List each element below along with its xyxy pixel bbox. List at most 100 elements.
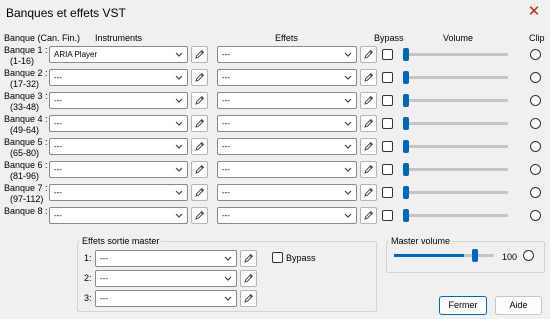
chevron-down-icon[interactable] bbox=[342, 140, 354, 153]
instrument-dropdown[interactable]: --- bbox=[49, 115, 188, 132]
edit-effect-button[interactable] bbox=[360, 161, 377, 178]
chevron-down-icon[interactable] bbox=[342, 117, 354, 130]
volume-thumb[interactable] bbox=[403, 186, 409, 199]
edit-effect-button[interactable] bbox=[360, 138, 377, 155]
chevron-down-icon[interactable] bbox=[342, 209, 354, 222]
effect-dropdown[interactable]: --- bbox=[217, 115, 357, 132]
chevron-down-icon[interactable] bbox=[173, 117, 185, 130]
effect-dropdown[interactable]: --- bbox=[217, 207, 357, 224]
volume-thumb[interactable] bbox=[403, 209, 409, 222]
edit-effect-button[interactable] bbox=[360, 69, 377, 86]
chevron-down-icon[interactable] bbox=[173, 71, 185, 84]
edit-instrument-button[interactable] bbox=[191, 138, 208, 155]
master-slot-label: 3: bbox=[84, 293, 92, 303]
volume-thumb[interactable] bbox=[403, 71, 409, 84]
volume-slider[interactable] bbox=[403, 138, 508, 155]
volume-slider[interactable] bbox=[403, 184, 508, 201]
volume-thumb[interactable] bbox=[403, 94, 409, 107]
effect-dropdown[interactable]: --- bbox=[217, 161, 357, 178]
volume-slider[interactable] bbox=[403, 69, 508, 86]
effect-dropdown[interactable]: --- bbox=[217, 138, 357, 155]
effect-dropdown[interactable]: --- bbox=[217, 69, 357, 86]
volume-thumb[interactable] bbox=[403, 140, 409, 153]
bypass-checkbox[interactable] bbox=[382, 210, 393, 221]
volume-slider[interactable] bbox=[403, 161, 508, 178]
chevron-down-icon[interactable] bbox=[342, 71, 354, 84]
master-bypass-checkbox[interactable] bbox=[272, 252, 283, 263]
master-volume-thumb[interactable] bbox=[472, 249, 478, 262]
master-volume-fill bbox=[394, 254, 464, 257]
pencil-icon bbox=[361, 70, 376, 85]
master-effect-dropdown[interactable]: --- bbox=[95, 270, 237, 287]
volume-thumb[interactable] bbox=[403, 163, 409, 176]
help-button[interactable]: Aide bbox=[495, 296, 542, 315]
volume-slider[interactable] bbox=[403, 115, 508, 132]
edit-effect-button[interactable] bbox=[360, 46, 377, 63]
edit-effect-button[interactable] bbox=[360, 184, 377, 201]
chevron-down-icon[interactable] bbox=[173, 48, 185, 61]
close-icon[interactable]: ✕ bbox=[526, 4, 542, 20]
instrument-dropdown[interactable]: ARIA Player bbox=[49, 46, 188, 63]
master-effect-dropdown[interactable]: --- bbox=[95, 250, 237, 267]
chevron-down-icon[interactable] bbox=[342, 163, 354, 176]
edit-effect-button[interactable] bbox=[360, 92, 377, 109]
edit-instrument-button[interactable] bbox=[191, 115, 208, 132]
master-effect-dropdown-value: --- bbox=[100, 254, 108, 263]
instrument-dropdown-value: --- bbox=[54, 73, 62, 82]
chevron-down-icon[interactable] bbox=[222, 272, 234, 285]
chevron-down-icon[interactable] bbox=[342, 94, 354, 107]
volume-slider[interactable] bbox=[403, 92, 508, 109]
instrument-dropdown-value: --- bbox=[54, 96, 62, 105]
edit-master-effect-button[interactable] bbox=[240, 270, 257, 287]
chevron-down-icon[interactable] bbox=[173, 94, 185, 107]
master-effect-dropdown[interactable]: --- bbox=[95, 290, 237, 307]
instrument-dropdown[interactable]: --- bbox=[49, 184, 188, 201]
volume-track bbox=[403, 191, 508, 194]
effect-dropdown[interactable]: --- bbox=[217, 184, 357, 201]
volume-slider[interactable] bbox=[403, 207, 508, 224]
bypass-checkbox[interactable] bbox=[382, 164, 393, 175]
edit-effect-button[interactable] bbox=[360, 207, 377, 224]
volume-slider[interactable] bbox=[403, 46, 508, 63]
close-button[interactable]: Fermer bbox=[439, 296, 487, 315]
effect-dropdown[interactable]: --- bbox=[217, 92, 357, 109]
volume-thumb[interactable] bbox=[403, 117, 409, 130]
master-effect-dropdown-value: --- bbox=[100, 294, 108, 303]
instrument-dropdown[interactable]: --- bbox=[49, 69, 188, 86]
volume-thumb[interactable] bbox=[403, 48, 409, 61]
edit-instrument-button[interactable] bbox=[191, 69, 208, 86]
chevron-down-icon[interactable] bbox=[173, 209, 185, 222]
bypass-checkbox[interactable] bbox=[382, 49, 393, 60]
chevron-down-icon[interactable] bbox=[222, 292, 234, 305]
bypass-checkbox[interactable] bbox=[382, 187, 393, 198]
bypass-checkbox[interactable] bbox=[382, 118, 393, 129]
instrument-dropdown[interactable]: --- bbox=[49, 92, 188, 109]
chevron-down-icon[interactable] bbox=[342, 48, 354, 61]
volume-track bbox=[403, 145, 508, 148]
edit-instrument-button[interactable] bbox=[191, 92, 208, 109]
bank-label: Banque 5 : (65-80) bbox=[4, 137, 48, 159]
instrument-dropdown[interactable]: --- bbox=[49, 138, 188, 155]
bank-label: Banque 7 : (97-112) bbox=[4, 183, 48, 205]
chevron-down-icon[interactable] bbox=[222, 252, 234, 265]
bypass-checkbox[interactable] bbox=[382, 72, 393, 83]
master-volume-slider[interactable] bbox=[394, 247, 494, 264]
instrument-dropdown[interactable]: --- bbox=[49, 207, 188, 224]
chevron-down-icon[interactable] bbox=[173, 186, 185, 199]
pencil-icon bbox=[192, 162, 207, 177]
edit-instrument-button[interactable] bbox=[191, 161, 208, 178]
chevron-down-icon[interactable] bbox=[342, 186, 354, 199]
edit-instrument-button[interactable] bbox=[191, 46, 208, 63]
instrument-dropdown[interactable]: --- bbox=[49, 161, 188, 178]
edit-master-effect-button[interactable] bbox=[240, 290, 257, 307]
edit-instrument-button[interactable] bbox=[191, 207, 208, 224]
effect-dropdown[interactable]: --- bbox=[217, 46, 357, 63]
bypass-checkbox[interactable] bbox=[382, 95, 393, 106]
edit-master-effect-button[interactable] bbox=[240, 250, 257, 267]
chevron-down-icon[interactable] bbox=[173, 140, 185, 153]
bypass-checkbox[interactable] bbox=[382, 141, 393, 152]
instrument-dropdown-value: --- bbox=[54, 119, 62, 128]
edit-effect-button[interactable] bbox=[360, 115, 377, 132]
chevron-down-icon[interactable] bbox=[173, 163, 185, 176]
edit-instrument-button[interactable] bbox=[191, 184, 208, 201]
